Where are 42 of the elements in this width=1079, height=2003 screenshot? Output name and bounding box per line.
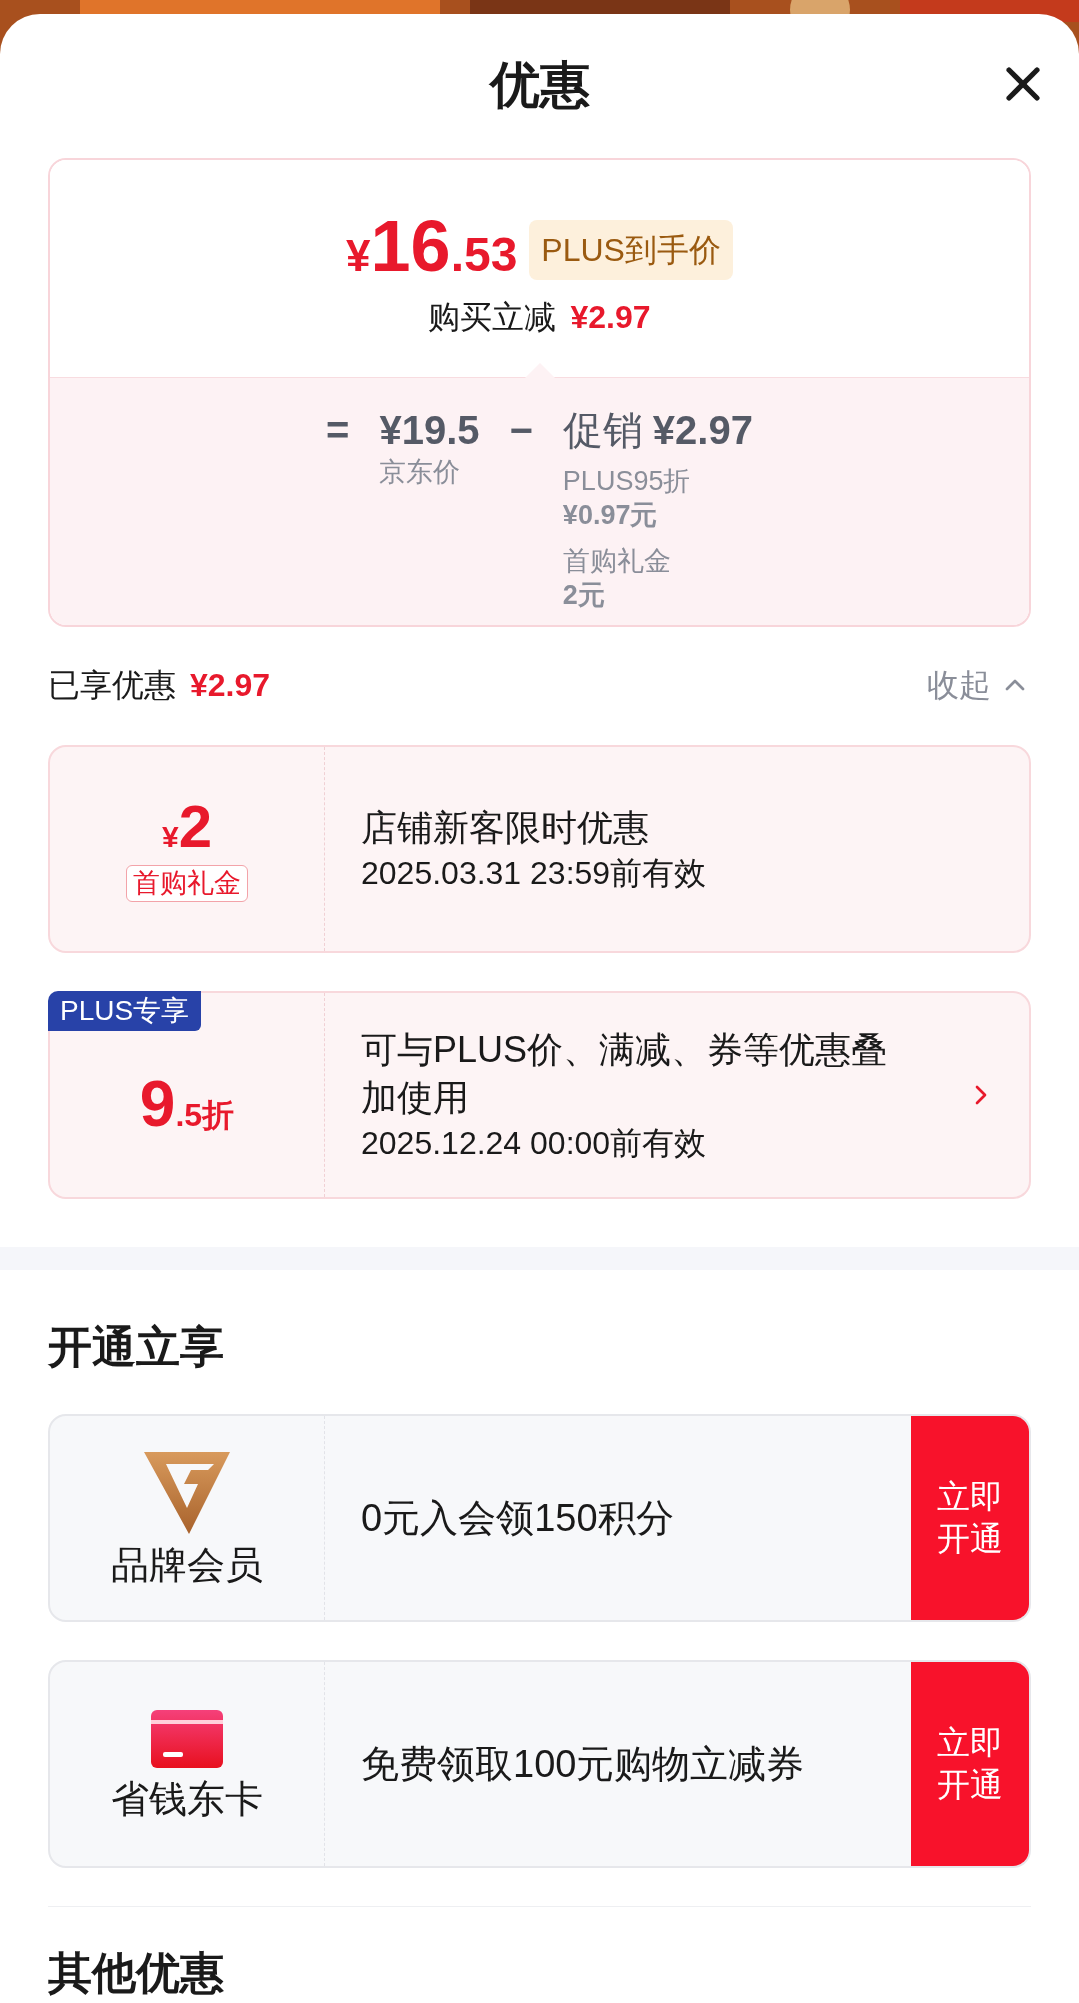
plus-price-badge: PLUS到手价 — [529, 220, 733, 281]
collapse-toggle[interactable]: 收起 — [927, 661, 1031, 709]
promo-item-name: PLUS95折 — [562, 464, 692, 498]
enjoyed-amount: ¥2.97 — [190, 666, 271, 705]
offer-name: 品牌会员 — [111, 1546, 263, 1584]
coupon-card[interactable]: ¥2 首购礼金 店铺新客限时优惠 2025.03.31 23:59前有效 — [48, 745, 1031, 953]
final-price-decimal: .53 — [450, 226, 518, 283]
offer-text: 0元入会领150积分 — [361, 1495, 674, 1541]
promo-item-name: 首购礼金 — [562, 544, 672, 578]
currency-symbol: ¥ — [346, 229, 371, 282]
card-icon — [151, 1710, 223, 1768]
sheet-title: 优惠 — [489, 56, 590, 116]
v-logo-icon — [144, 1452, 230, 1534]
plus-exclusive-badge: PLUS专享 — [48, 991, 202, 1031]
coupon-validity: 2025.12.24 00:00前有效 — [361, 1124, 708, 1163]
currency-symbol: ¥ — [161, 819, 179, 855]
coupon-card[interactable]: PLUS专享 9.5折 可与PLUS价、满减、券等优惠叠加使用 2025.12.24 00:00前有效 — [48, 991, 1031, 1199]
coupon-validity: 2025.03.31 23:59前有效 — [361, 854, 708, 893]
coupon-value: 9 — [139, 1071, 176, 1136]
coupon-value: 2 — [178, 796, 213, 857]
reduction-amount: ¥2.97 — [570, 297, 651, 337]
coupon-value-suffix: .5折 — [175, 1095, 235, 1135]
promo-label: 促销 — [562, 407, 643, 452]
base-price-label: 京东价 — [379, 455, 462, 489]
base-price: ¥19.5 — [379, 407, 480, 452]
equals-sign: = — [326, 407, 350, 454]
final-price: 16 — [370, 209, 451, 282]
section-title: 其他优惠 — [48, 1947, 225, 1999]
promo-item-amount: ¥0.97元 — [562, 498, 659, 532]
enjoyed-label: 已享优惠 — [48, 666, 176, 705]
coupon-title: 店铺新客限时优惠 — [361, 806, 650, 850]
coupon-tag: 首购礼金 — [126, 864, 248, 902]
activate-button[interactable]: 立即开通 — [911, 1662, 1029, 1866]
promo-item-amount: 2元 — [562, 578, 606, 612]
reduction-label: 购买立减 — [428, 297, 557, 337]
section-title: 开通立享 — [48, 1321, 225, 1373]
offer-name: 省钱东卡 — [111, 1780, 263, 1818]
promo-amount: ¥2.97 — [652, 407, 753, 452]
minus-sign: − — [509, 407, 533, 454]
offer-text: 免费领取100元购物立减券 — [361, 1741, 805, 1787]
activate-button[interactable]: 立即开通 — [911, 1416, 1029, 1620]
coupon-title: 可与PLUS价、满减、券等优惠叠加使用 — [361, 1028, 889, 1120]
